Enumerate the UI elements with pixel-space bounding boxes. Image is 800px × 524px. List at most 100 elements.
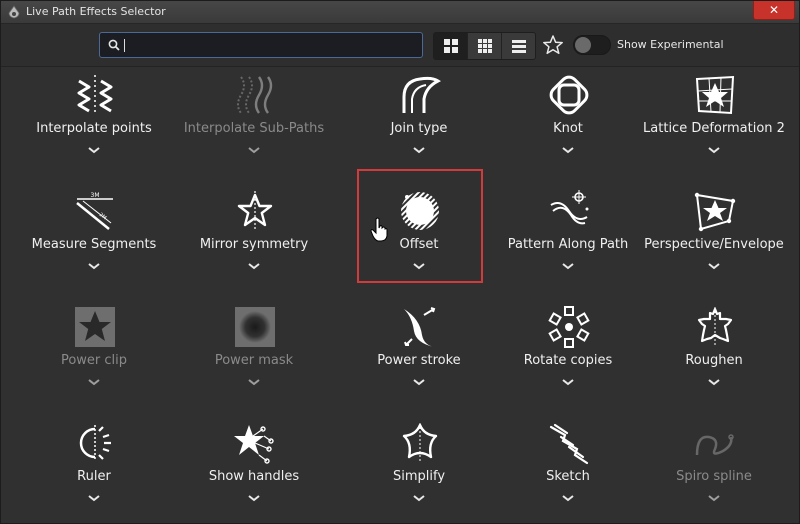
effect-label: Roughen bbox=[685, 353, 743, 368]
chevron-down-icon[interactable] bbox=[246, 261, 262, 271]
effect-tile-interpolate-points[interactable]: Interpolate points bbox=[16, 67, 172, 179]
effects-dialog: Live Path Effects Selector ✕ Show Experi… bbox=[0, 0, 800, 524]
chevron-down-icon[interactable] bbox=[411, 493, 427, 503]
list-view-button[interactable] bbox=[502, 33, 535, 59]
window-title: Live Path Effects Selector bbox=[26, 5, 166, 18]
chevron-down-icon[interactable] bbox=[560, 493, 576, 503]
effect-label: Measure Segments bbox=[31, 237, 157, 252]
chevron-down-icon[interactable] bbox=[246, 493, 262, 503]
effect-label: Ruler bbox=[77, 469, 111, 484]
chevron-down-icon[interactable] bbox=[246, 145, 262, 155]
effect-label: Simplify bbox=[392, 469, 446, 484]
effect-tile-spiro-spline[interactable]: Spiro spline bbox=[636, 415, 790, 522]
effect-tile-knot[interactable]: Knot bbox=[490, 67, 646, 179]
effect-tile-perspective-envelope[interactable]: Perspective/Envelope bbox=[636, 183, 790, 295]
large-icons-view-button[interactable] bbox=[434, 33, 468, 59]
effect-label: Show handles bbox=[208, 469, 300, 484]
search-icon bbox=[108, 39, 120, 51]
measure-segments-icon: 3M 2M bbox=[76, 192, 113, 230]
toolbar: Show Experimental bbox=[1, 24, 799, 67]
knot-icon bbox=[549, 75, 589, 115]
effect-label: Interpolate Sub-Paths bbox=[183, 121, 325, 136]
effect-label: Power stroke bbox=[377, 353, 461, 368]
effect-tile-power-stroke[interactable]: Power stroke bbox=[341, 299, 497, 411]
scrollbar[interactable] bbox=[789, 67, 798, 522]
small-icons-view-button[interactable] bbox=[468, 33, 502, 59]
chevron-down-icon[interactable] bbox=[706, 493, 722, 503]
effect-tile-roughen[interactable]: Roughen bbox=[636, 299, 790, 411]
toggle-knob bbox=[575, 37, 591, 53]
effect-tile-ruler[interactable]: Ruler bbox=[16, 415, 172, 522]
title-bar[interactable]: Live Path Effects Selector ✕ bbox=[1, 1, 799, 24]
measure-label-3m: 3M bbox=[91, 192, 100, 199]
chevron-down-icon[interactable] bbox=[706, 261, 722, 271]
chevron-down-icon[interactable] bbox=[706, 377, 722, 387]
effect-label: Power mask bbox=[214, 353, 294, 368]
chevron-down-icon[interactable] bbox=[86, 261, 102, 271]
join-type-icon bbox=[402, 76, 441, 113]
rotate-copies-icon bbox=[548, 306, 590, 348]
effect-tile-simplify[interactable]: Simplify bbox=[341, 415, 497, 522]
effect-tile-rotate-copies[interactable]: Rotate copies bbox=[490, 299, 646, 411]
ruler-icon bbox=[79, 425, 111, 461]
view-mode-switcher bbox=[433, 32, 536, 60]
effect-label: Power clip bbox=[60, 353, 128, 368]
pattern-along-path-icon bbox=[550, 190, 589, 225]
offset-icon bbox=[401, 192, 439, 230]
effect-tile-power-clip[interactable]: Power clip bbox=[16, 299, 172, 411]
search-field[interactable] bbox=[99, 32, 423, 58]
mirror-symmetry-icon bbox=[237, 191, 273, 231]
star-outline-icon[interactable] bbox=[542, 34, 564, 56]
lattice-deformation-icon bbox=[695, 75, 735, 115]
inkscape-logo-icon bbox=[8, 5, 20, 19]
effect-tile-show-handles[interactable]: Show handles bbox=[176, 415, 332, 522]
effect-tile-join-type[interactable]: Join type bbox=[341, 67, 497, 179]
text-caret bbox=[124, 39, 125, 52]
effect-tile-sketch[interactable]: Sketch bbox=[490, 415, 646, 522]
effects-grid-area: Interpolate points Interpolate Sub-Paths bbox=[16, 67, 790, 522]
chevron-down-icon[interactable] bbox=[411, 261, 427, 271]
spiro-spline-icon bbox=[695, 434, 734, 456]
simplify-icon bbox=[402, 423, 438, 463]
large-grid-icon bbox=[443, 39, 458, 53]
chevron-down-icon[interactable] bbox=[706, 145, 722, 155]
effect-tile-interpolate-sub-paths[interactable]: Interpolate Sub-Paths bbox=[176, 67, 332, 179]
close-button[interactable]: ✕ bbox=[753, 1, 795, 20]
effect-label: Perspective/Envelope bbox=[644, 237, 784, 252]
small-grid-icon bbox=[477, 39, 492, 53]
power-mask-icon bbox=[235, 307, 275, 347]
effect-label: Offset bbox=[399, 237, 439, 252]
chevron-down-icon[interactable] bbox=[411, 377, 427, 387]
chevron-down-icon[interactable] bbox=[560, 377, 576, 387]
power-clip-icon bbox=[75, 307, 115, 347]
sketch-icon bbox=[549, 423, 589, 465]
search-input[interactable] bbox=[124, 36, 418, 56]
chevron-down-icon[interactable] bbox=[560, 261, 576, 271]
chevron-down-icon[interactable] bbox=[86, 145, 102, 155]
show-handles-icon bbox=[234, 425, 274, 464]
effect-tile-power-mask[interactable]: Power mask bbox=[176, 299, 332, 411]
list-icon bbox=[511, 40, 526, 53]
effect-tile-offset[interactable]: Offset bbox=[341, 183, 497, 295]
effect-tile-pattern-along-path[interactable]: Pattern Along Path bbox=[490, 183, 646, 295]
show-experimental-label: Show Experimental bbox=[617, 38, 724, 51]
chevron-down-icon[interactable] bbox=[246, 377, 262, 387]
effect-label: Lattice Deformation 2 bbox=[643, 121, 785, 136]
interpolate-subpaths-icon bbox=[237, 76, 273, 114]
chevron-down-icon[interactable] bbox=[86, 377, 102, 387]
effect-tile-lattice-deformation-2[interactable]: Lattice Deformation 2 bbox=[636, 67, 790, 179]
interpolate-points-icon bbox=[77, 75, 113, 115]
chevron-down-icon[interactable] bbox=[411, 145, 427, 155]
power-stroke-icon bbox=[404, 307, 436, 347]
chevron-down-icon[interactable] bbox=[86, 493, 102, 503]
effect-tile-measure-segments[interactable]: 3M 2M Measure Segments bbox=[16, 183, 172, 295]
effect-label: Join type bbox=[390, 121, 448, 136]
show-experimental-toggle[interactable] bbox=[573, 35, 611, 55]
roughen-icon bbox=[697, 307, 733, 347]
chevron-down-icon[interactable] bbox=[560, 145, 576, 155]
effect-label: Spiro spline bbox=[676, 469, 752, 484]
effect-label: Interpolate points bbox=[36, 121, 152, 136]
effect-label: Mirror symmetry bbox=[199, 237, 309, 252]
perspective-envelope-icon bbox=[694, 192, 736, 232]
effect-tile-mirror-symmetry[interactable]: Mirror symmetry bbox=[176, 183, 332, 295]
